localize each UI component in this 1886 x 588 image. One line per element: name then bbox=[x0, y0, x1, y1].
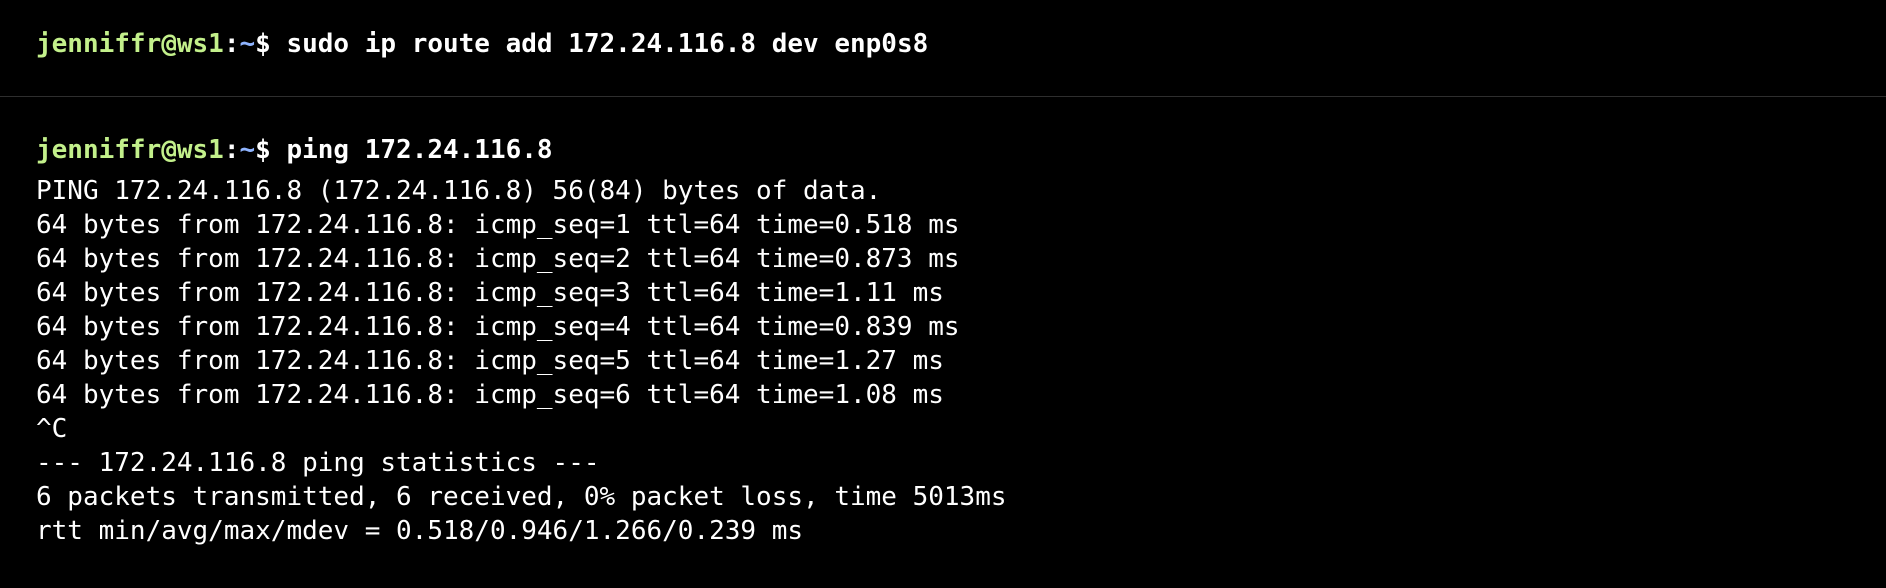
command-text: sudo ip route add 172.24.116.8 dev enp0s… bbox=[270, 29, 929, 59]
prompt-separator: : bbox=[223, 29, 240, 59]
output-line-packets-summary: 6 packets transmitted, 6 received, 0% pa… bbox=[36, 482, 1007, 512]
output-line-stats-header: --- 172.24.116.8 ping statistics --- bbox=[36, 448, 600, 478]
prompt-symbol: $ bbox=[255, 135, 271, 165]
prompt-line[interactable]: jenniffr@ws1:~$ sudo ip route add 172.24… bbox=[36, 24, 1886, 64]
output-line-interrupt: ^C bbox=[36, 414, 68, 444]
prompt-user-host: jenniffr@ws1 bbox=[36, 135, 224, 165]
prompt-line[interactable]: jenniffr@ws1:~$ ping 172.24.116.8 bbox=[36, 130, 1886, 170]
block-divider bbox=[0, 96, 1886, 97]
output-line-reply-2: 64 bytes from 172.24.116.8: icmp_seq=2 t… bbox=[36, 244, 960, 274]
prompt-cwd: ~ bbox=[239, 135, 256, 165]
output-line-reply-4: 64 bytes from 172.24.116.8: icmp_seq=4 t… bbox=[36, 312, 960, 342]
command-text: ping 172.24.116.8 bbox=[270, 135, 553, 165]
output-line-ping-header: PING 172.24.116.8 (172.24.116.8) 56(84) … bbox=[36, 176, 882, 206]
output-line-reply-1: 64 bytes from 172.24.116.8: icmp_seq=1 t… bbox=[36, 210, 960, 240]
output-line-rtt-summary: rtt min/avg/max/mdev = 0.518/0.946/1.266… bbox=[36, 516, 804, 546]
command-output: PING 172.24.116.8 (172.24.116.8) 56(84) … bbox=[36, 174, 1886, 548]
prompt-cwd: ~ bbox=[239, 29, 256, 59]
command-block-ping: jenniffr@ws1:~$ ping 172.24.116.8 PING 1… bbox=[36, 130, 1886, 548]
terminal-window[interactable]: jenniffr@ws1:~$ sudo ip route add 172.24… bbox=[0, 0, 1886, 588]
prompt-separator: : bbox=[223, 135, 240, 165]
prompt-user-host: jenniffr@ws1 bbox=[36, 29, 224, 59]
output-line-reply-5: 64 bytes from 172.24.116.8: icmp_seq=5 t… bbox=[36, 346, 944, 376]
prompt-symbol: $ bbox=[255, 29, 271, 59]
command-block-route-add: jenniffr@ws1:~$ sudo ip route add 172.24… bbox=[36, 24, 1886, 64]
output-line-reply-3: 64 bytes from 172.24.116.8: icmp_seq=3 t… bbox=[36, 278, 944, 308]
output-line-reply-6: 64 bytes from 172.24.116.8: icmp_seq=6 t… bbox=[36, 380, 944, 410]
